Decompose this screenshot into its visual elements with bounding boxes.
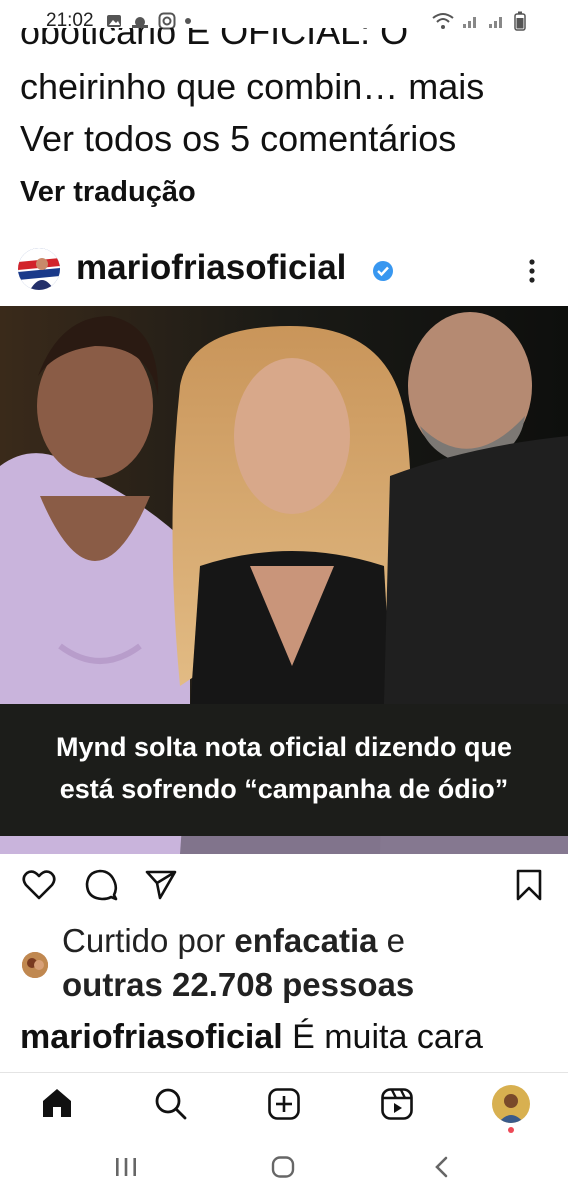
- back-icon[interactable]: [432, 1156, 452, 1178]
- signal-icon-2: [489, 17, 502, 28]
- liked-by-others[interactable]: outras 22.708 pessoas: [62, 966, 414, 1004]
- profile-avatar[interactable]: [492, 1085, 530, 1123]
- comment-icon[interactable]: [84, 868, 118, 902]
- see-translation-link[interactable]: Ver tradução: [20, 176, 196, 209]
- home-icon[interactable]: [40, 1087, 74, 1119]
- previous-caption-cut: oboticario É OFICIAL: O: [20, 28, 409, 50]
- reels-icon[interactable]: [380, 1087, 414, 1121]
- post-header: mariofriasoficial: [0, 244, 568, 300]
- view-comments-link[interactable]: Ver todos os 5 comentários: [20, 118, 456, 160]
- post-actions: [0, 868, 568, 908]
- liked-by-prefix: Curtido por: [62, 922, 235, 959]
- wifi-icon: [432, 13, 454, 29]
- previous-caption[interactable]: cheirinho que combin… mais: [20, 66, 484, 108]
- liked-by-user[interactable]: enfacatia: [234, 922, 377, 959]
- headline-line-2: está sofrendo “campanha de ódio”: [59, 774, 509, 804]
- send-icon[interactable]: [144, 868, 178, 902]
- battery-icon: [514, 11, 526, 31]
- gallery-icon: [107, 15, 121, 27]
- liked-by-conj: e: [377, 922, 406, 959]
- bookmark-icon[interactable]: [514, 868, 544, 902]
- status-system-icons: [432, 11, 526, 31]
- post-author-avatar[interactable]: [18, 248, 60, 290]
- verified-badge-icon: [373, 261, 393, 281]
- post-author-username[interactable]: mariofriasoficial: [76, 248, 346, 288]
- system-navigation-bar: [0, 1136, 568, 1200]
- post-caption[interactable]: mariofriasoficial É muita cara: [20, 1018, 483, 1057]
- liker-avatar[interactable]: [22, 952, 48, 978]
- dot-icon: [185, 18, 191, 24]
- home-button-icon[interactable]: [271, 1156, 295, 1178]
- search-icon[interactable]: [154, 1087, 188, 1121]
- recent-apps-icon[interactable]: [114, 1156, 138, 1178]
- caption-text: É muita cara: [282, 1018, 483, 1056]
- weather-icon: [132, 17, 148, 28]
- more-vertical-icon[interactable]: [528, 258, 536, 284]
- headline-line-1: Mynd solta nota oficial dizendo que: [55, 732, 513, 762]
- signal-icon: [463, 17, 476, 28]
- heart-icon[interactable]: [22, 868, 56, 902]
- caption-username[interactable]: mariofriasoficial: [20, 1018, 283, 1056]
- bottom-navigation: [0, 1072, 568, 1137]
- headline-banner: Mynd solta nota oficial dizendo que está…: [0, 704, 568, 836]
- liked-by-line-1: Curtido por enfacatia e: [62, 922, 405, 960]
- add-icon[interactable]: [267, 1087, 301, 1121]
- notification-dot: [508, 1127, 514, 1133]
